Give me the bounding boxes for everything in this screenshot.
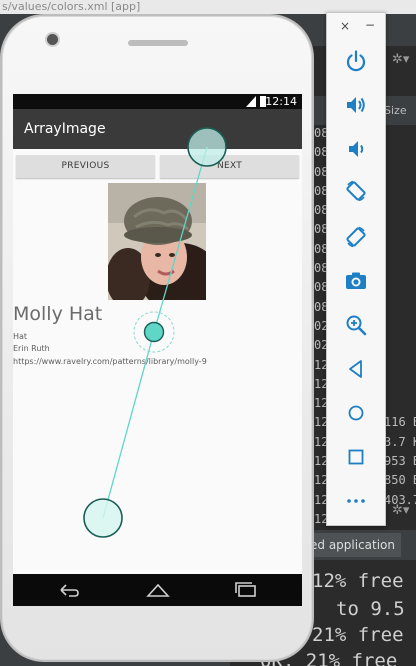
home-icon[interactable] — [145, 581, 171, 599]
volume-up-icon[interactable] — [344, 93, 368, 117]
item-url[interactable]: https://www.ravelry.com/patterns/library… — [13, 357, 207, 366]
volume-down-icon[interactable] — [344, 137, 368, 161]
photo-portrait — [108, 183, 206, 300]
ide-settings-icon[interactable]: ✲▾ — [392, 503, 409, 518]
previous-button[interactable]: PREVIOUS — [16, 155, 155, 178]
device-screen: 12:14 ArrayImage PREVIOUS NEXT Molly Hat… — [13, 94, 302, 606]
console-line: 21% free — [312, 624, 404, 646]
back-icon[interactable] — [344, 357, 368, 381]
home-icon[interactable] — [344, 401, 368, 425]
emulator-toolbar: × − — [326, 12, 386, 526]
rotate-right-icon[interactable] — [344, 225, 368, 249]
zoom-icon[interactable] — [344, 313, 368, 337]
size-column-header: Size — [384, 104, 407, 117]
item-name: Molly Hat — [13, 303, 103, 325]
app-title: ArrayImage — [24, 121, 106, 137]
console-line: to 9.5 — [336, 598, 405, 620]
signal-icon — [246, 96, 256, 107]
earpiece-speaker — [128, 40, 188, 46]
power-icon[interactable] — [344, 49, 368, 73]
next-button[interactable]: NEXT — [160, 155, 299, 178]
overview-icon[interactable] — [344, 445, 368, 469]
ide-settings-icon[interactable]: ✲▾ — [392, 52, 409, 67]
front-camera — [47, 34, 58, 45]
camera-icon[interactable] — [344, 269, 368, 293]
item-category: Hat — [13, 332, 28, 341]
status-clock: 12:14 — [265, 95, 297, 108]
navigation-bar — [13, 574, 302, 606]
tab-run-application[interactable]: ed application — [306, 533, 402, 557]
recent-apps-icon[interactable] — [233, 581, 259, 599]
item-designer: Erin Ruth — [13, 344, 50, 353]
phone-frame: 12:14 ArrayImage PREVIOUS NEXT Molly Hat… — [0, 14, 314, 662]
back-icon[interactable] — [57, 581, 81, 599]
app-toolbar: ArrayImage — [13, 109, 302, 149]
console-line: 12% free — [312, 570, 404, 592]
item-photo — [108, 183, 206, 300]
more-icon[interactable] — [344, 489, 368, 513]
minimize-icon[interactable]: − — [365, 18, 375, 32]
status-bar: 12:14 — [13, 94, 302, 109]
rotate-left-icon[interactable] — [344, 179, 368, 203]
close-icon[interactable]: × — [340, 19, 350, 33]
